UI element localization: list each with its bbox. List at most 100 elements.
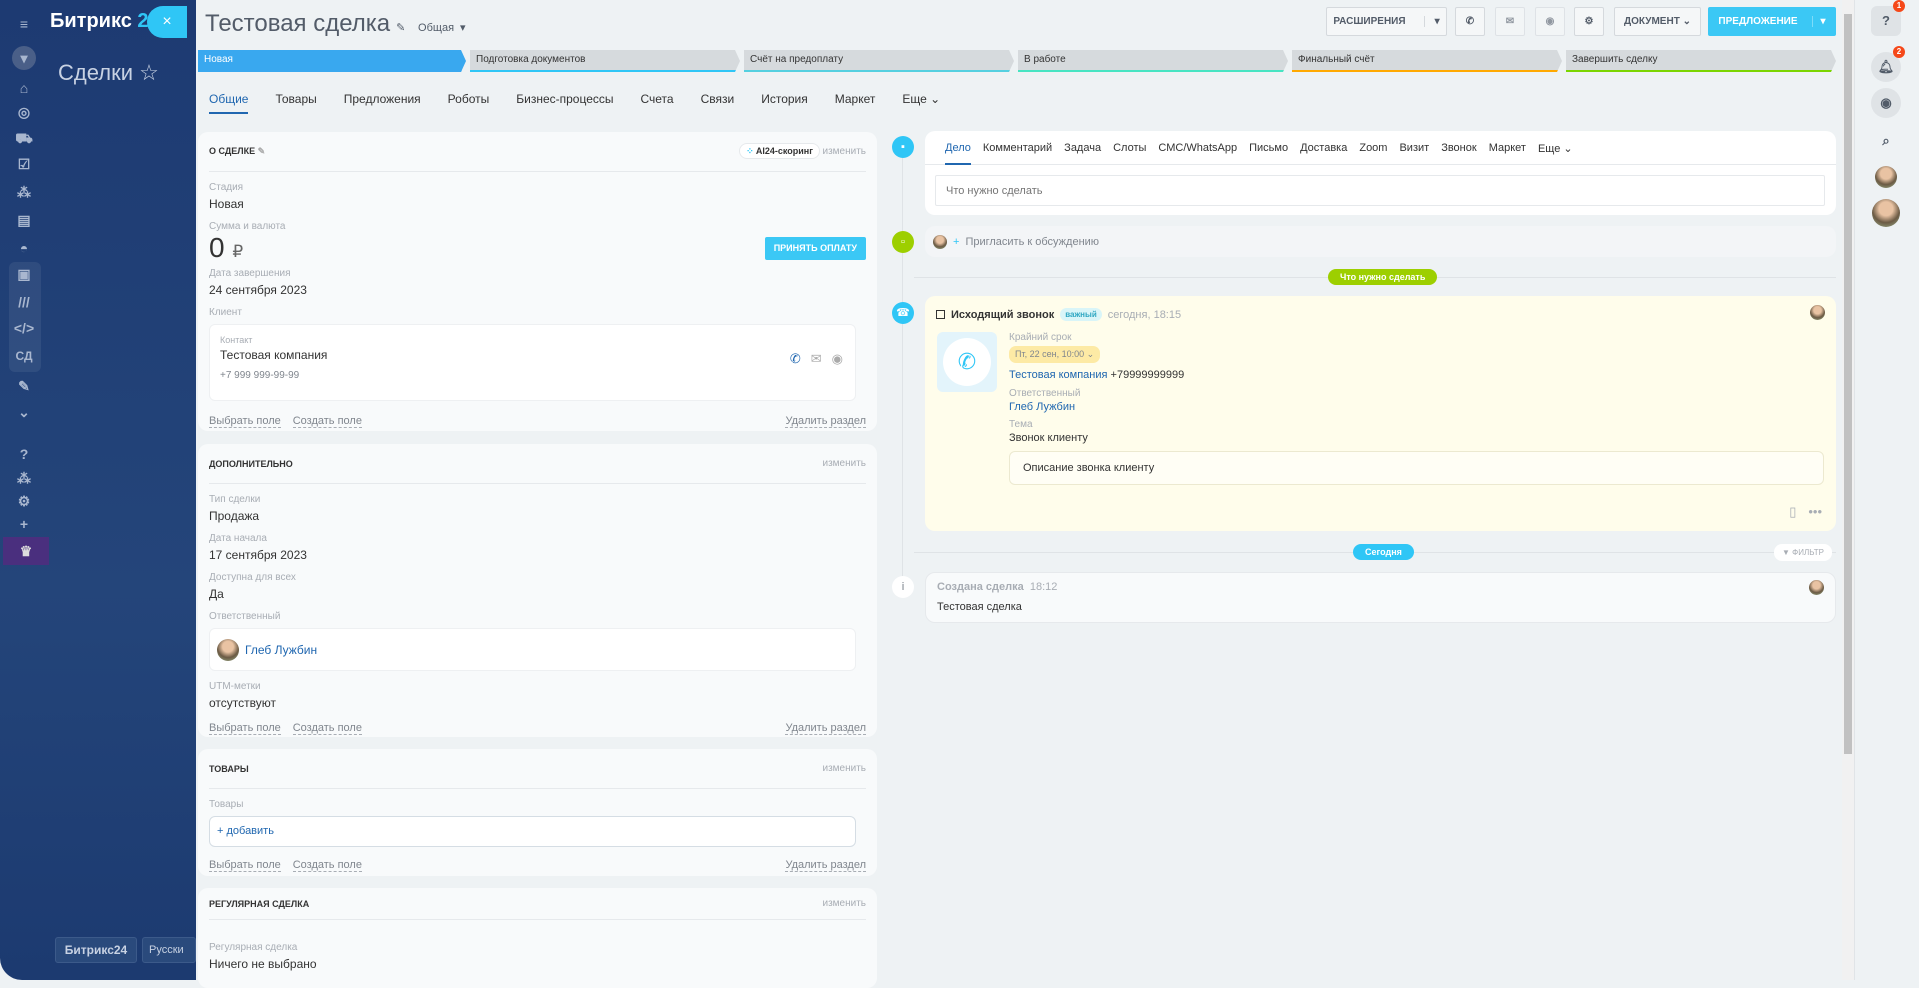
box-icon[interactable]: ▣ (12, 262, 36, 286)
email-button[interactable]: ✉ (1495, 7, 1525, 36)
select-field-link[interactable]: Выбрать поле (209, 415, 281, 428)
responsible-link[interactable]: Глеб Лужбин (1009, 401, 1824, 413)
tab-email[interactable]: Письмо (1249, 142, 1288, 164)
deal-type-value[interactable]: Продажа (209, 509, 866, 523)
complete-checkbox[interactable] (936, 310, 945, 319)
sd-icon[interactable]: СД (12, 344, 36, 368)
category-select[interactable]: Общая (418, 22, 454, 34)
description-box[interactable]: Описание звонка клиенту (1009, 451, 1824, 485)
call-button[interactable]: ✆ (1455, 7, 1485, 36)
upgrade-button[interactable]: ♛ (3, 537, 49, 565)
code-icon[interactable]: </> (12, 316, 36, 340)
tab-general[interactable]: Общие (209, 92, 249, 114)
stage-docs[interactable]: Подготовка документов (470, 50, 740, 72)
change-link[interactable]: изменить (822, 458, 866, 469)
sign-icon[interactable]: ✎ (12, 374, 36, 398)
tab-history[interactable]: История (761, 92, 808, 114)
contacts-icon[interactable]: ▤ (12, 208, 36, 232)
sites-icon[interactable]: ⁂ (12, 180, 36, 204)
stage-final-invoice[interactable]: Финальный счёт (1292, 50, 1562, 72)
help-icon[interactable]: ? (12, 442, 36, 466)
responsible-link[interactable]: Глеб Лужбин (245, 643, 317, 657)
important-badge[interactable]: важный (1060, 308, 1102, 321)
delete-section-link[interactable]: Удалить раздел (785, 722, 866, 735)
chat-button[interactable]: ◉ (1535, 7, 1565, 36)
tab-delivery[interactable]: Доставка (1300, 142, 1347, 164)
change-link[interactable]: изменить (822, 898, 866, 909)
start-date-value[interactable]: 17 сентября 2023 (209, 548, 866, 562)
select-field-link[interactable]: Выбрать поле (209, 722, 281, 735)
close-date-value[interactable]: 24 сентября 2023 (209, 283, 866, 297)
create-field-link[interactable]: Создать поле (292, 722, 362, 735)
deadline-select[interactable]: Пт, 22 сен, 10:00 ⌄ (1009, 346, 1101, 363)
menu-icon[interactable]: ≡ (12, 12, 36, 36)
stage-prepay[interactable]: Счёт на предоплату (744, 50, 1014, 72)
phone-icon[interactable]: ✆ (790, 351, 801, 367)
select-field-link[interactable]: Выбрать поле (209, 859, 281, 872)
task-icon[interactable]: ☑ (12, 152, 36, 176)
edit-icon[interactable]: ✎ (258, 146, 266, 156)
tab-market[interactable]: Маркет (1489, 142, 1526, 164)
avatar[interactable] (1875, 166, 1897, 188)
target-icon[interactable]: ◎ (12, 100, 36, 124)
close-slider-button[interactable]: × (147, 6, 187, 38)
language-selector[interactable]: Русски (142, 937, 196, 963)
bank-icon[interactable]: ⌂ (12, 76, 36, 100)
stage-new[interactable]: Новая (198, 50, 466, 72)
plus-icon[interactable]: + (12, 512, 36, 536)
robot-icon[interactable]: ◓ (12, 236, 36, 260)
filter-button[interactable]: ▼ ФИЛЬТР (1774, 544, 1832, 561)
avatar[interactable] (1872, 199, 1900, 227)
create-field-link[interactable]: Создать поле (292, 859, 362, 872)
tab-invoices[interactable]: Счета (641, 92, 674, 114)
change-link[interactable]: изменить (822, 146, 866, 157)
settings-icon[interactable]: ⚙ (12, 489, 36, 513)
structure-icon[interactable]: ⁂ (12, 466, 36, 490)
scrollbar[interactable] (1842, 0, 1854, 980)
star-icon[interactable]: ☆ (139, 60, 159, 85)
scrollbar-thumb[interactable] (1844, 14, 1852, 754)
regular-value[interactable]: Ничего не выбрано (209, 957, 866, 971)
cart-icon[interactable]: ⛟ (12, 126, 36, 150)
tab-visit[interactable]: Визит (1399, 142, 1429, 164)
tab-market[interactable]: Маркет (835, 92, 876, 114)
public-value[interactable]: Да (209, 587, 866, 601)
logo[interactable]: Битрикс 24 (50, 10, 160, 33)
create-field-link[interactable]: Создать поле (292, 415, 362, 428)
chat-button[interactable]: ◉ (1871, 88, 1901, 118)
stage-close[interactable]: Завершить сделку (1566, 50, 1836, 72)
tab-goods[interactable]: Товары (275, 92, 316, 114)
invite-row[interactable]: + Пригласить к обсуждению (925, 226, 1836, 257)
notifications-button[interactable]: 🔔︎ 2 (1871, 46, 1905, 82)
filter-icon[interactable]: ▾ (12, 46, 36, 70)
tab-offers[interactable]: Предложения (344, 92, 421, 114)
tab-comment[interactable]: Комментарий (983, 142, 1052, 164)
tab-zoom[interactable]: Zoom (1359, 142, 1387, 164)
stage-value[interactable]: Новая (209, 197, 866, 211)
offer-button[interactable]: ПРЕДЛОЖЕНИЕ ▾ (1708, 7, 1836, 36)
tab-bp[interactable]: Бизнес-процессы (516, 92, 613, 114)
tab-slots[interactable]: Слоты (1113, 142, 1146, 164)
settings-button[interactable]: ⚙ (1574, 7, 1604, 36)
tab-call[interactable]: Звонок (1441, 142, 1477, 164)
note-icon[interactable]: ▯ (1789, 504, 1796, 520)
tab-task[interactable]: Задача (1064, 142, 1101, 164)
tab-more[interactable]: Еще ⌄ (902, 92, 940, 114)
change-link[interactable]: изменить (822, 763, 866, 774)
phone-link[interactable]: +79999999999 (1111, 369, 1185, 381)
bitrix-logo-button[interactable]: Битрикс24 (55, 937, 137, 963)
chat-icon[interactable]: ◉ (832, 351, 843, 367)
mail-icon[interactable]: ✉ (811, 351, 822, 367)
delete-section-link[interactable]: Удалить раздел (785, 859, 866, 872)
extensions-button[interactable]: РАСШИРЕНИЯ ▾ (1326, 7, 1447, 36)
help-button[interactable]: ? 1 (1871, 0, 1905, 36)
add-goods-button[interactable]: + добавить (209, 816, 856, 847)
tab-more[interactable]: Еще ⌄ (1538, 142, 1573, 164)
contact-name[interactable]: Тестовая компания (220, 348, 845, 362)
more-icon[interactable]: ••• (1808, 504, 1822, 520)
company-link[interactable]: Тестовая компания (1009, 369, 1107, 381)
tab-activity[interactable]: Дело (945, 142, 971, 165)
contact-phone[interactable]: +7 999 999-99-99 (220, 370, 845, 381)
delete-section-link[interactable]: Удалить раздел (785, 415, 866, 428)
edit-icon[interactable]: ✎ (396, 22, 405, 34)
